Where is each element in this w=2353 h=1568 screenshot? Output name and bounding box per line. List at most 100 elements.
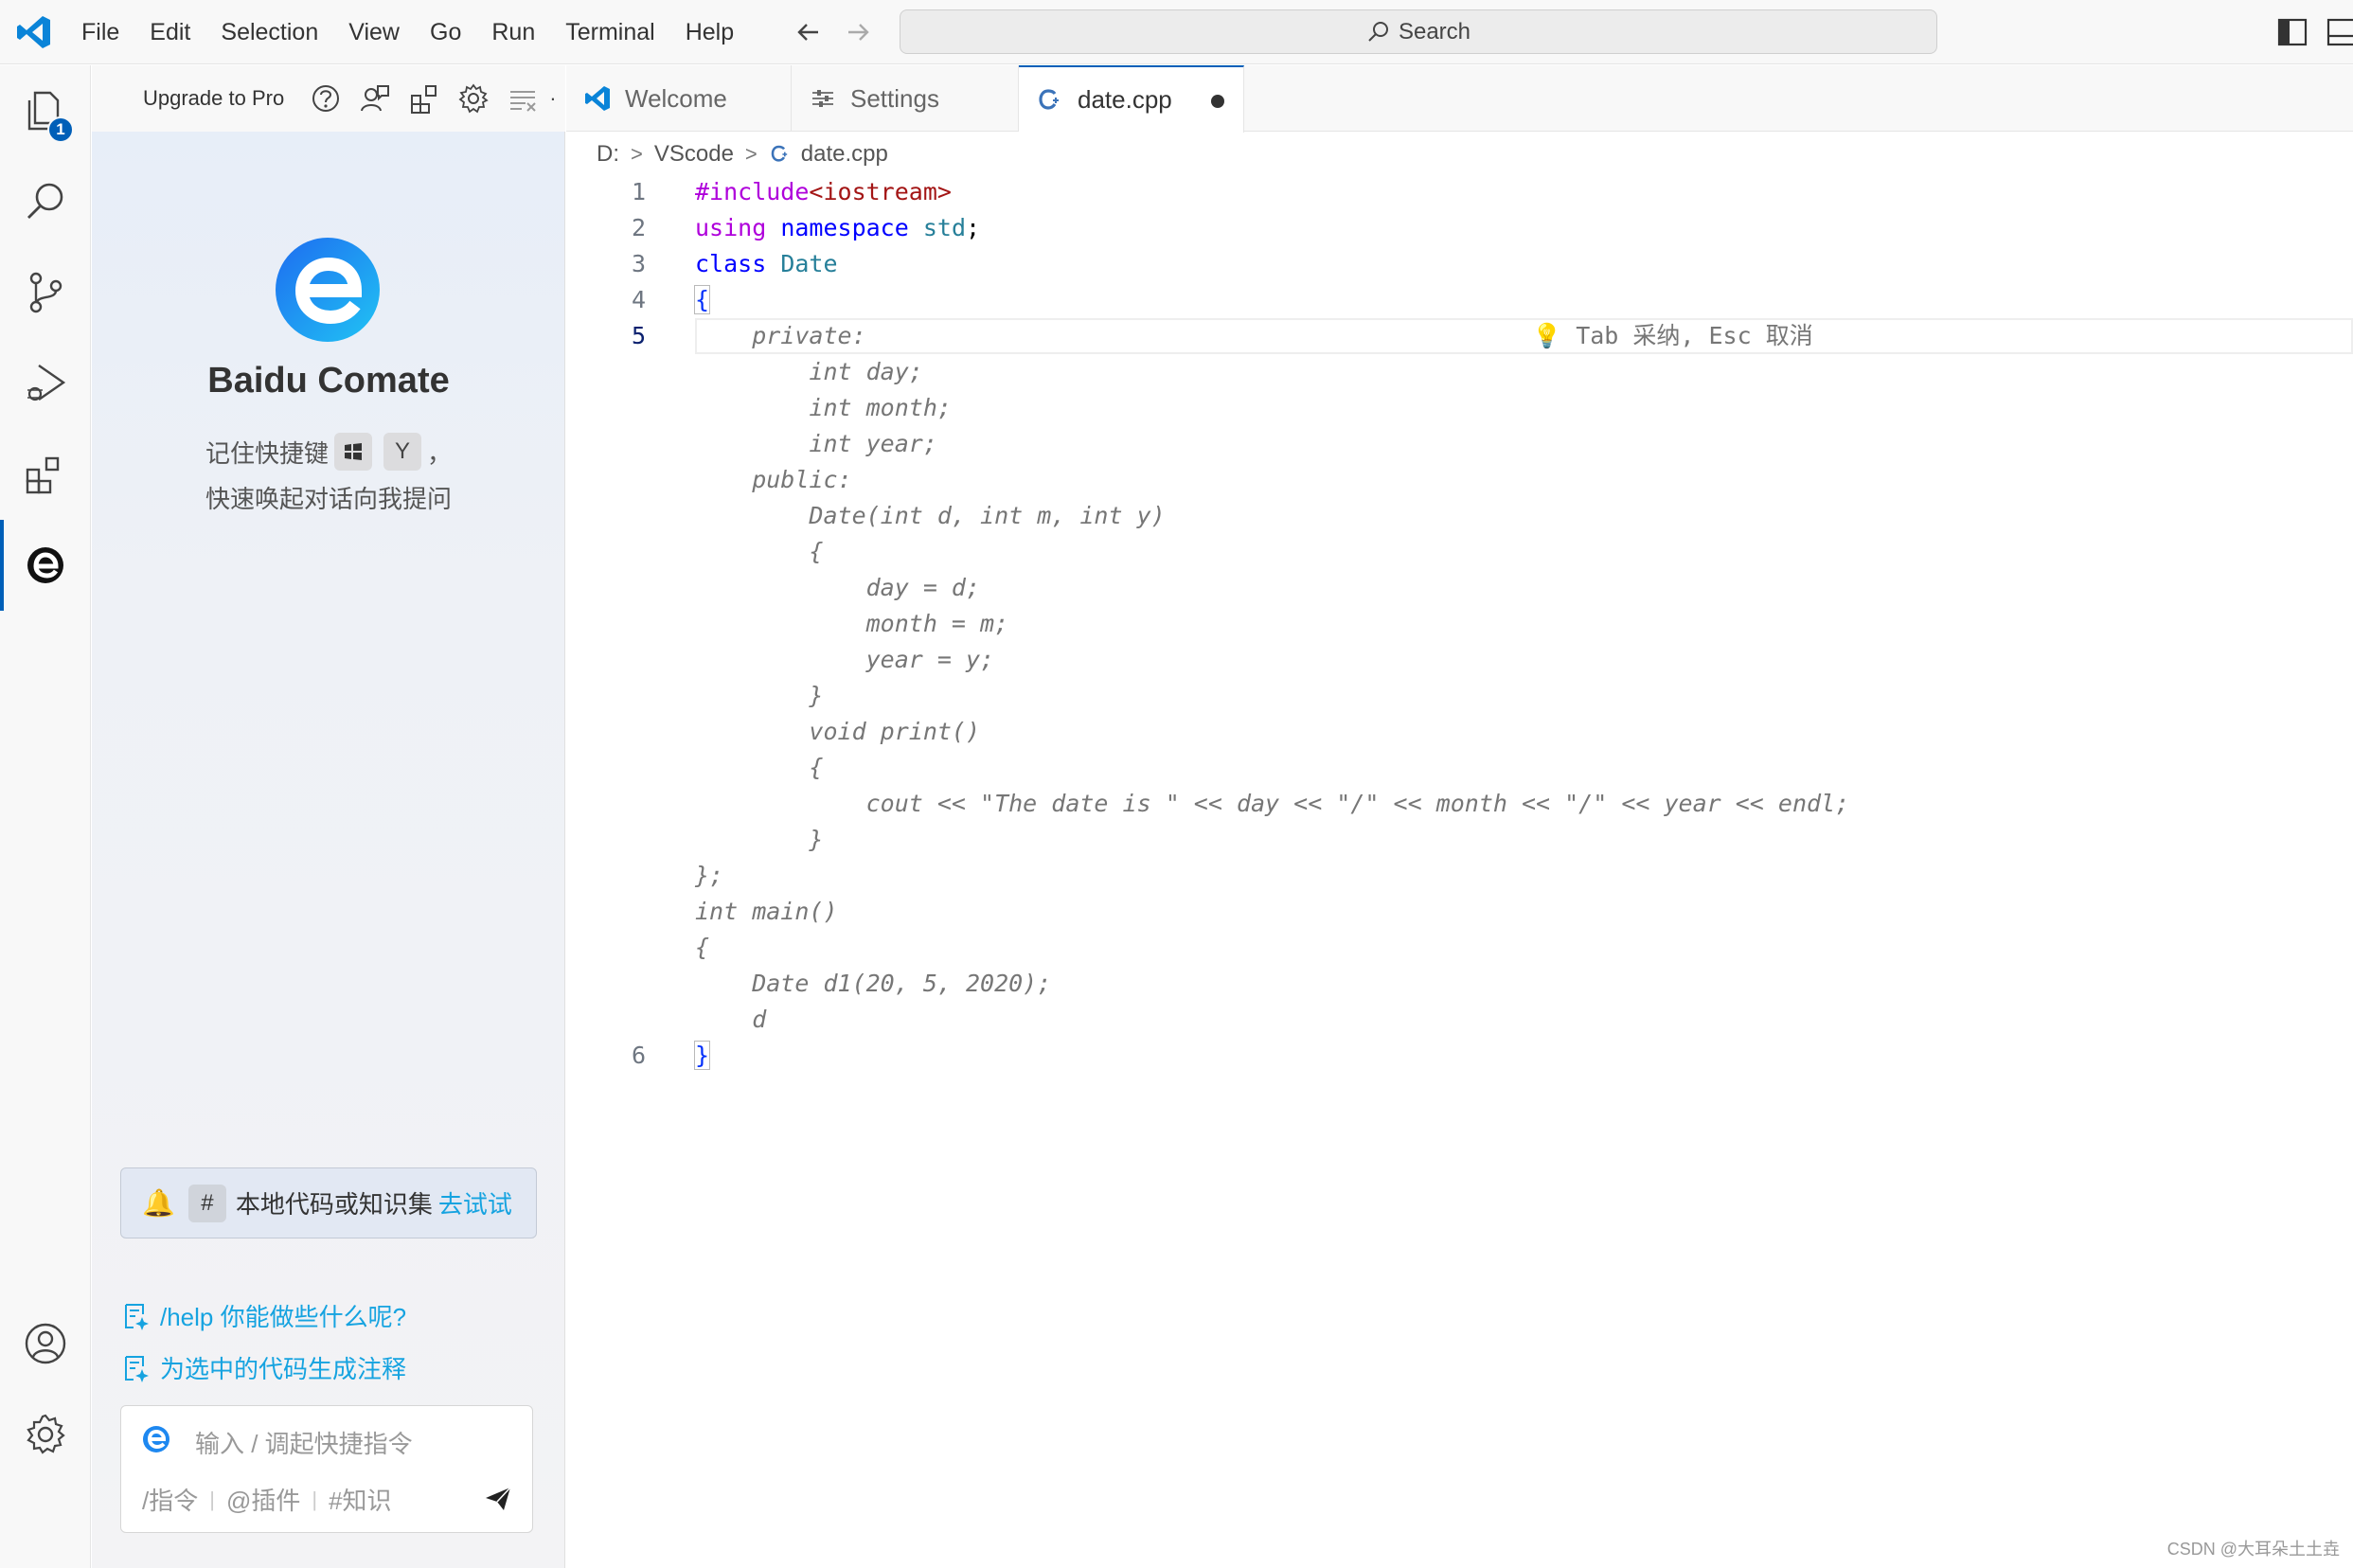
ghost-line: int year; <box>695 430 937 457</box>
menu-selection[interactable]: Selection <box>205 0 333 64</box>
accept-hint-text: Tab 采纳, Esc 取消 <box>1576 322 1813 349</box>
ghost-line: int month; <box>695 394 952 421</box>
class-name-token: Date <box>780 250 838 277</box>
cpp-file-icon <box>1039 88 1059 110</box>
tab-welcome-label: Welcome <box>625 83 727 113</box>
search-icon <box>1368 21 1388 42</box>
chevron-right-icon: > <box>631 142 643 166</box>
back-arrow-icon[interactable] <box>792 15 826 49</box>
breadcrumb-drive[interactable]: D: <box>597 141 619 168</box>
settings-sliders-icon <box>812 90 833 107</box>
code-line: #include<iostream> <box>695 174 952 210</box>
breadcrumb-folder[interactable]: VScode <box>654 141 734 168</box>
command-tag[interactable]: /指令 <box>142 1482 198 1517</box>
menu-help[interactable]: Help <box>670 0 749 64</box>
lightbulb-icon[interactable]: 💡 <box>1532 322 1561 349</box>
comate-small-logo-icon <box>143 1426 169 1452</box>
brace-token: } <box>693 1041 711 1070</box>
sparkle-note-icon <box>125 1303 149 1330</box>
menu-bar: File Edit Selection View Go Run Terminal… <box>66 0 749 64</box>
baidu-comate-logo-icon <box>276 238 380 342</box>
ghost-line: { <box>695 754 824 781</box>
chat-input-box[interactable]: 输入 / 调起快捷指令 /指令 | @插件 | #知识 <box>120 1405 533 1533</box>
baidu-comate-button[interactable] <box>0 520 91 611</box>
brace-token: { <box>693 285 711 314</box>
tab-date-cpp-label: date.cpp <box>1078 85 1172 114</box>
line-number: 4 <box>631 286 646 313</box>
tab-welcome[interactable]: Welcome <box>566 65 792 132</box>
ghost-suggestion: private: <box>695 322 866 349</box>
more-dot[interactable]: · <box>549 86 556 111</box>
shortcut-hint-suffix: ， <box>427 438 453 468</box>
forward-arrow-icon[interactable] <box>841 15 875 49</box>
quick-action-help[interactable]: /help 你能做些什么呢? <box>120 1298 406 1333</box>
ghost-line: year = y; <box>695 646 995 673</box>
tab-date-cpp[interactable]: date.cpp <box>1019 65 1244 133</box>
windows-key <box>334 433 372 471</box>
feedback-icon[interactable] <box>359 82 391 115</box>
menu-terminal[interactable]: Terminal <box>550 0 669 64</box>
breadcrumb: D: > VScode > date.cpp <box>597 134 888 174</box>
tab-settings[interactable]: Settings <box>792 65 1019 132</box>
search-icon <box>27 183 63 219</box>
accounts-button[interactable] <box>0 1298 91 1389</box>
search-label: Search <box>1398 18 1471 45</box>
try-it-link[interactable]: 去试试 <box>438 1185 512 1221</box>
quick-action-comment[interactable]: 为选中的代码生成注释 <box>120 1350 406 1385</box>
extensions-button[interactable] <box>0 429 91 520</box>
line-number: 3 <box>631 250 646 277</box>
line-number: 2 <box>631 214 646 241</box>
menu-run[interactable]: Run <box>476 0 550 64</box>
gear-icon <box>27 1414 65 1454</box>
menu-view[interactable]: View <box>333 0 415 64</box>
breadcrumb-file[interactable]: date.cpp <box>801 141 888 168</box>
send-icon[interactable] <box>483 1484 513 1514</box>
punct-token: ; <box>966 214 981 241</box>
plugins-icon[interactable] <box>408 82 440 115</box>
code-line: } <box>693 1038 711 1074</box>
run-debug-button[interactable] <box>0 338 91 429</box>
toggle-panel-icon[interactable] <box>2326 17 2353 47</box>
comate-toolbar: Upgrade to Pro · <box>92 65 565 132</box>
menu-go[interactable]: Go <box>415 0 476 64</box>
knowledge-tag[interactable]: #知识 <box>329 1482 391 1517</box>
upgrade-to-pro-link[interactable]: Upgrade to Pro <box>143 86 284 111</box>
menu-file[interactable]: File <box>66 0 134 64</box>
windows-logo-icon <box>345 443 362 460</box>
manage-button[interactable] <box>0 1389 91 1480</box>
code-line: class Date <box>695 246 838 282</box>
current-line-highlight <box>695 318 2353 354</box>
panel-title: Baidu Comate <box>207 361 450 401</box>
keyword-token: using <box>695 214 767 241</box>
unsaved-dot-icon[interactable] <box>1211 95 1224 108</box>
shortcut-hint: 记住快捷键 Y ， <box>92 433 565 471</box>
code-editor[interactable]: 1 2 3 4 5 6 #include<iostream> using nam… <box>566 174 2353 1568</box>
tag-separator: | <box>312 1487 318 1511</box>
hash-badge: # <box>187 1184 226 1222</box>
tag-separator: | <box>209 1487 215 1511</box>
ghost-line: int main() <box>695 898 838 925</box>
command-center-search[interactable]: Search <box>900 9 1937 54</box>
namespace-token: std <box>922 214 967 241</box>
code-line-current: private: <box>695 318 866 354</box>
chat-input-placeholder[interactable]: 输入 / 调起快捷指令 <box>195 1425 413 1460</box>
settings-gear-icon[interactable] <box>457 82 490 115</box>
clear-history-icon[interactable] <box>507 82 539 115</box>
ghost-line: void print() <box>695 718 981 745</box>
toggle-primary-sidebar-icon[interactable] <box>2276 17 2308 47</box>
run-debug-icon <box>27 365 66 401</box>
chat-input-tags: /指令 | @插件 | #知识 <box>142 1482 392 1517</box>
shortcut-hint-line2: 快速唤起对话向我提问 <box>205 485 452 513</box>
explorer-button[interactable]: 1 <box>0 65 91 156</box>
line-number: 6 <box>631 1042 646 1069</box>
search-view-button[interactable] <box>0 156 91 247</box>
plugin-tag[interactable]: @插件 <box>226 1482 300 1517</box>
include-token: <iostream> <box>809 178 952 205</box>
source-control-button[interactable] <box>0 247 91 338</box>
help-icon[interactable] <box>310 82 342 115</box>
menu-edit[interactable]: Edit <box>134 0 205 64</box>
activity-bar: 1 <box>0 65 91 1568</box>
y-key: Y <box>383 433 421 471</box>
watermark: CSDN @大耳朵土土垚 <box>2166 1540 2340 1559</box>
inline-hint: 💡 Tab 采纳, Esc 取消 <box>1532 318 1813 354</box>
